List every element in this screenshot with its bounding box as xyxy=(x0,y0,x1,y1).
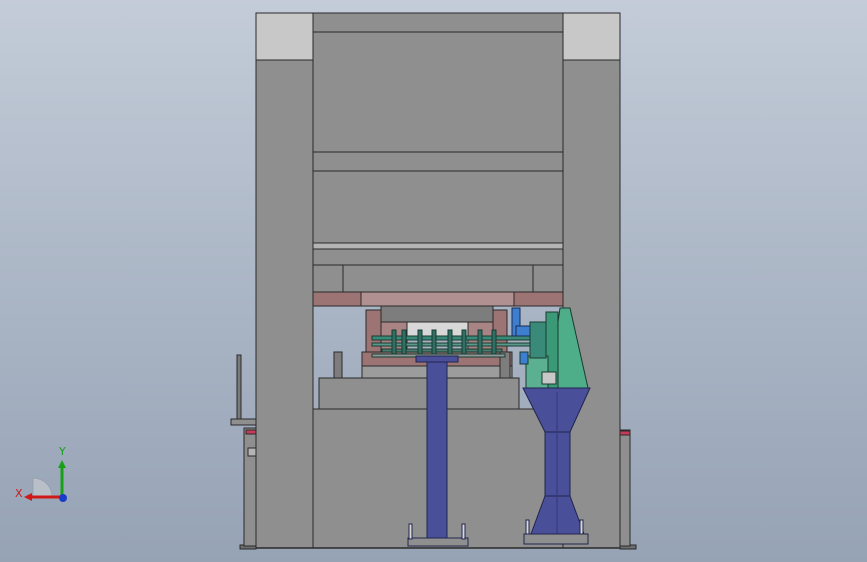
z-axis-dot xyxy=(59,494,67,502)
gripper-finger xyxy=(461,329,467,355)
gripper-finger xyxy=(477,329,483,355)
left-red-marker xyxy=(245,429,257,435)
die-block-left xyxy=(365,309,382,356)
center-stand-foot-right xyxy=(461,523,466,540)
coordinate-triad: X Y xyxy=(15,445,67,502)
right-stand-foot-left xyxy=(525,519,530,535)
cad-viewport[interactable] xyxy=(0,0,867,562)
crown-block xyxy=(312,31,564,153)
center-stand-foot-left xyxy=(408,523,413,540)
transfer-assembly xyxy=(371,335,543,358)
gripper-finger xyxy=(417,329,423,355)
gripper-finger xyxy=(491,329,497,355)
die-cavity xyxy=(406,321,469,337)
transfer-bar-lower xyxy=(371,342,543,347)
left-side-tab xyxy=(247,447,257,457)
center-stand-base xyxy=(407,537,469,547)
x-axis-arrowhead xyxy=(24,493,32,501)
right-upright-column xyxy=(562,12,621,549)
slide-shoulder-right xyxy=(532,264,564,293)
left-lower-panel xyxy=(243,427,257,547)
right-stand-foot-right xyxy=(579,519,584,535)
bolster-upper xyxy=(318,377,520,410)
slide-ram xyxy=(312,170,564,244)
slide-shoulder-left xyxy=(312,264,344,293)
gripper-finger xyxy=(401,329,407,355)
left-guard-foot xyxy=(230,418,257,426)
transfer-rail xyxy=(381,348,503,353)
upper-die-holder-left xyxy=(312,291,362,307)
bracket-cylinder xyxy=(519,351,529,365)
upper-die-plate xyxy=(360,291,515,307)
bracket-housing xyxy=(529,321,547,359)
triad-quadrant xyxy=(32,477,53,498)
gripper-finger xyxy=(447,329,453,355)
crown-lower-band xyxy=(312,151,564,172)
right-stand-base xyxy=(523,533,589,545)
slide-bottom xyxy=(342,264,534,293)
crown-top-band xyxy=(312,12,564,33)
bracket-slider xyxy=(541,371,557,385)
x-axis-label: X xyxy=(15,487,23,500)
transfer-bar-upper xyxy=(371,335,543,341)
gripper-finger xyxy=(431,329,437,355)
punch-plate xyxy=(380,305,494,323)
slide-lower xyxy=(312,248,564,266)
right-lower-panel xyxy=(619,429,631,547)
y-axis-arrowhead xyxy=(58,460,66,468)
left-upright-column xyxy=(255,12,314,549)
y-axis-label: Y xyxy=(58,445,66,458)
right-column-cap xyxy=(562,12,621,61)
gripper-finger xyxy=(391,329,397,355)
center-stand-top-plate xyxy=(415,355,459,363)
left-guard-post xyxy=(236,354,242,421)
left-column-cap xyxy=(255,12,314,61)
upper-die-holder-right xyxy=(513,291,564,307)
slide-plate xyxy=(312,242,564,250)
right-red-marker xyxy=(619,430,631,436)
guide-post-left xyxy=(333,351,343,379)
center-stand-column xyxy=(426,361,448,541)
